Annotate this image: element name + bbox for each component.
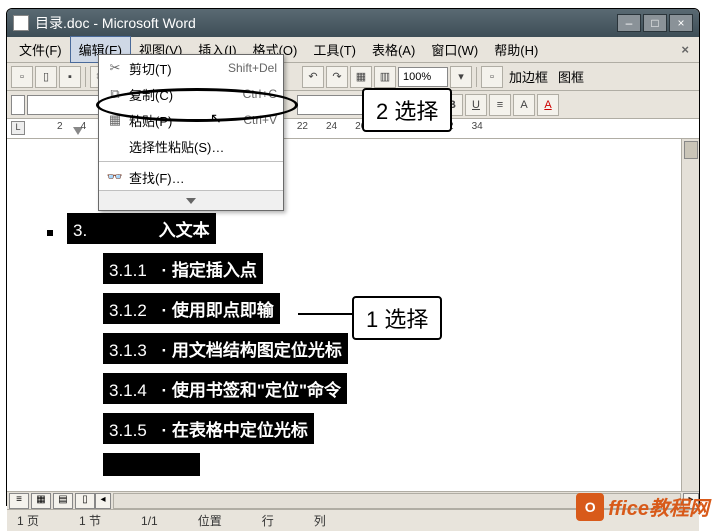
maximize-button[interactable]: □ bbox=[643, 14, 667, 32]
heading-text: 入文本 bbox=[159, 221, 210, 240]
new-doc-icon[interactable]: ▫ bbox=[11, 66, 33, 88]
toc-item[interactable]: 3.1.5 · 在表格中定位光标 bbox=[103, 413, 699, 453]
ruler-num: 22 bbox=[297, 121, 308, 132]
item-text: 使用书签和"定位"命令 bbox=[172, 381, 341, 400]
paste-icon: ▦ bbox=[105, 112, 125, 128]
normal-view-icon[interactable]: ≡ bbox=[9, 493, 29, 509]
web-view-icon[interactable]: ▦ bbox=[31, 493, 51, 509]
title-bar[interactable]: 目录.doc - Microsoft Word – □ × bbox=[7, 9, 699, 37]
office-logo-icon: O bbox=[576, 493, 604, 521]
menu-label: 复制(C) bbox=[129, 85, 243, 104]
scroll-up-arrow-icon[interactable] bbox=[684, 141, 698, 159]
undo-icon[interactable]: ↶ bbox=[302, 66, 324, 88]
menu-expand[interactable] bbox=[99, 190, 283, 210]
item-text: 使用即点即输 bbox=[172, 301, 274, 320]
word-app-icon bbox=[13, 15, 29, 31]
menu-cut[interactable]: ✂ 剪切(T) Shift+Del bbox=[99, 55, 283, 81]
menu-tools[interactable]: 工具(T) bbox=[305, 37, 364, 62]
ruler-num: 34 bbox=[472, 121, 483, 132]
ruler-num: 2 bbox=[57, 121, 63, 132]
separator bbox=[85, 67, 86, 87]
open-icon[interactable]: ▯ bbox=[35, 66, 57, 88]
close-button[interactable]: × bbox=[669, 14, 693, 32]
annotation-line-1 bbox=[298, 313, 352, 315]
menu-label: 查找(F)… bbox=[129, 168, 277, 187]
heading-row[interactable]: 3. 入文本 bbox=[47, 213, 699, 253]
item-num: 3.1.1 bbox=[109, 261, 147, 280]
toc-item[interactable]: 3.1.1 · 指定插入点 bbox=[103, 253, 699, 293]
menu-help[interactable]: 帮助(H) bbox=[486, 37, 546, 62]
redo-icon[interactable]: ↷ bbox=[326, 66, 348, 88]
menu-window[interactable]: 窗口(W) bbox=[423, 37, 486, 62]
menu-shortcut: Shift+Del bbox=[228, 61, 277, 75]
menu-shortcut: Ctrl+C bbox=[243, 87, 277, 101]
item-text: 用文档结构图定位光标 bbox=[172, 341, 342, 360]
save-icon[interactable]: ▪ bbox=[59, 66, 81, 88]
menu-shortcut: Ctrl+V bbox=[243, 113, 277, 127]
font-color-button[interactable]: A bbox=[537, 94, 559, 116]
status-column: 列 bbox=[314, 512, 326, 529]
scroll-left-icon[interactable]: ◂ bbox=[95, 493, 111, 509]
menu-label: 选择性粘贴(S)… bbox=[129, 137, 277, 156]
underline-button[interactable]: U bbox=[465, 94, 487, 116]
doc-close-button[interactable]: × bbox=[675, 42, 695, 57]
highlight-button[interactable]: A bbox=[513, 94, 535, 116]
columns-icon[interactable]: ▥ bbox=[374, 66, 396, 88]
menu-paste-special[interactable]: 选择性粘贴(S)… bbox=[99, 133, 283, 159]
item-text: 指定插入点 bbox=[172, 261, 257, 280]
table-icon[interactable]: ▦ bbox=[350, 66, 372, 88]
outline-view-icon[interactable]: ▯ bbox=[75, 493, 95, 509]
ruler-num: 4 bbox=[81, 121, 87, 132]
tab-selector[interactable]: L bbox=[11, 121, 25, 135]
menu-table[interactable]: 表格(A) bbox=[364, 37, 423, 62]
binoculars-icon: 👓 bbox=[105, 169, 125, 185]
style-combo[interactable] bbox=[27, 95, 107, 115]
copy-icon: ⧉ bbox=[105, 86, 125, 102]
print-view-icon[interactable]: ▤ bbox=[53, 493, 73, 509]
ruler-num: 24 bbox=[326, 121, 337, 132]
watermark: O ffice教程网 bbox=[576, 492, 709, 521]
frame-label[interactable]: 图框 bbox=[554, 67, 588, 86]
menu-paste[interactable]: ▦ 粘贴(P) Ctrl+V bbox=[99, 107, 283, 133]
item-num: 3.1.3 bbox=[109, 341, 147, 360]
item-num: 3.1.4 bbox=[109, 381, 147, 400]
scissors-icon: ✂ bbox=[105, 60, 125, 76]
watermark-text: ffice教程网 bbox=[608, 492, 709, 521]
zoom-combo[interactable]: 100% bbox=[398, 67, 448, 87]
status-pages: 1/1 bbox=[141, 514, 158, 528]
mouse-cursor-icon: ↖ bbox=[210, 110, 222, 127]
border-label[interactable]: 加边框 bbox=[505, 67, 552, 86]
vertical-scrollbar[interactable] bbox=[681, 139, 699, 491]
menu-find[interactable]: 👓 查找(F)… bbox=[99, 164, 283, 190]
chevron-down-icon bbox=[186, 198, 196, 204]
zoom-dropdown-icon[interactable]: ▾ bbox=[450, 66, 472, 88]
status-section: 1 节 bbox=[79, 512, 101, 529]
bullet-icon bbox=[47, 230, 53, 236]
menu-label: 粘贴(P) bbox=[129, 111, 243, 130]
item-text: 在表格中定位光标 bbox=[172, 421, 308, 440]
item-num: 3.1.2 bbox=[109, 301, 147, 320]
toc-item[interactable]: 3.1.4 · 使用书签和"定位"命令 bbox=[103, 373, 699, 413]
status-page: 1 页 bbox=[17, 512, 39, 529]
window-title: 目录.doc - Microsoft Word bbox=[35, 13, 617, 33]
annotation-callout-1: 1 选择 bbox=[352, 296, 442, 340]
status-line: 行 bbox=[262, 512, 274, 529]
edit-menu-dropdown: ✂ 剪切(T) Shift+Del ⧉ 复制(C) Ctrl+C ▦ 粘贴(P)… bbox=[98, 54, 284, 211]
style-handle-icon[interactable] bbox=[11, 95, 25, 115]
window-controls: – □ × bbox=[617, 14, 693, 32]
annotation-callout-2: 2 选择 bbox=[362, 88, 452, 132]
border-icon[interactable]: ▫ bbox=[481, 66, 503, 88]
menu-copy[interactable]: ⧉ 复制(C) Ctrl+C bbox=[99, 81, 283, 107]
item-num: 3.1.5 bbox=[109, 421, 147, 440]
separator bbox=[476, 67, 477, 87]
heading-num: 3. bbox=[73, 221, 87, 240]
status-position: 位置 bbox=[198, 512, 222, 529]
menu-separator bbox=[99, 161, 283, 162]
menu-file[interactable]: 文件(F) bbox=[11, 37, 70, 62]
minimize-button[interactable]: – bbox=[617, 14, 641, 32]
toc-item-partial[interactable] bbox=[103, 453, 699, 485]
align-left-icon[interactable]: ≡ bbox=[489, 94, 511, 116]
menu-label: 剪切(T) bbox=[129, 59, 228, 78]
